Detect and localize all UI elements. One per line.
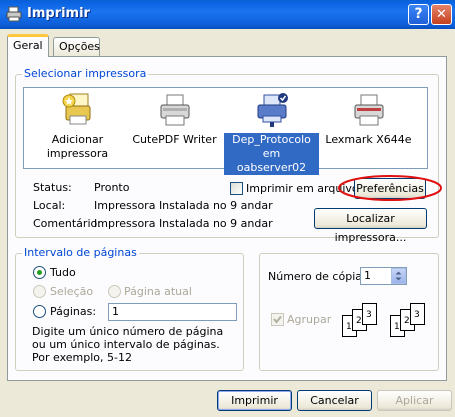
printer-icon [354, 94, 383, 126]
pages-input[interactable]: 1 [108, 303, 237, 321]
printer-item-lexmark[interactable]: Lexmark X644e [321, 92, 416, 147]
tab-label: Geral [13, 39, 43, 52]
collate-page: 3 [410, 303, 425, 325]
tab-geral[interactable]: Geral [7, 34, 49, 57]
printer-list[interactable]: Adicionar impressora CutePDF Writer Dep_… [23, 87, 428, 175]
selection-radio[interactable] [33, 285, 46, 298]
print-button[interactable]: Imprimir [217, 390, 292, 411]
selection-label: Seleção [50, 285, 94, 298]
collate-illustration-2: 1 2 3 [388, 303, 430, 341]
collate-label: Agrupar [287, 313, 332, 326]
printer-label: Lexmark X644e [325, 133, 412, 146]
status-label: Status: [33, 181, 72, 194]
group-title: Intervalo de páginas [22, 246, 139, 259]
apply-button[interactable]: Aplicar [377, 390, 452, 411]
collate-page: 3 [362, 303, 377, 325]
pages-radio[interactable] [33, 305, 46, 318]
comment-value: Impressora Instalada no 9 andar [94, 217, 273, 230]
comment-label: Comentário: [33, 217, 101, 230]
printer-label: Adicionar impressora [46, 133, 109, 160]
printer-label: CutePDF Writer [132, 133, 217, 146]
window-title: Imprimir [27, 6, 90, 21]
status-value: Pronto [94, 181, 130, 194]
group-title: Selecionar impressora [22, 67, 149, 80]
collate-checkbox[interactable] [271, 313, 284, 326]
current-page-radio[interactable] [108, 285, 121, 298]
current-page-label: Página atual [124, 285, 192, 298]
close-button[interactable]: ✕ [431, 4, 452, 25]
printer-item-dep-protocolo[interactable]: Dep_Protocolo em oabserver02 [224, 92, 319, 175]
cancel-button[interactable]: Cancelar [297, 390, 372, 411]
title-bar[interactable]: Imprimir ? ✕ [0, 0, 455, 29]
all-pages-radio[interactable] [33, 266, 46, 279]
local-label: Local: [33, 199, 66, 212]
pages-label: Páginas: [50, 305, 97, 318]
copies-label: Número de cópias: [268, 270, 372, 283]
printer-icon [6, 6, 22, 22]
find-printer-button[interactable]: Localizar impressora... [314, 208, 427, 244]
printer-icon [160, 94, 189, 126]
tab-opcoes[interactable]: Opções [53, 37, 100, 56]
print-dialog: Imprimir ? ✕ Geral Opções Selecionar imp… [0, 0, 455, 417]
print-to-file-checkbox[interactable] [230, 182, 243, 195]
radio-dot [37, 270, 42, 275]
checkmark-icon [273, 315, 282, 324]
printer-item-cutepdf[interactable]: CutePDF Writer [127, 92, 222, 147]
network-printer-icon [257, 93, 288, 127]
add-printer-icon [62, 93, 90, 125]
local-value: Impressora Instalada no 9 andar [94, 199, 273, 212]
printer-label: Dep_Protocolo em oabserver02 [224, 133, 319, 175]
printer-item-add[interactable]: Adicionar impressora [30, 92, 125, 161]
collate-illustration-1: 1 2 3 [340, 303, 382, 341]
all-pages-label: Tudo [50, 266, 76, 279]
page-range-help-text: Digite um único número de página ou um ú… [32, 325, 224, 364]
tab-label: Opções [59, 40, 100, 53]
spinner-arrows-icon [395, 271, 402, 281]
copies-spinner[interactable] [391, 268, 406, 284]
highlight-circle-annotation [338, 175, 442, 201]
help-button[interactable]: ? [408, 4, 429, 25]
